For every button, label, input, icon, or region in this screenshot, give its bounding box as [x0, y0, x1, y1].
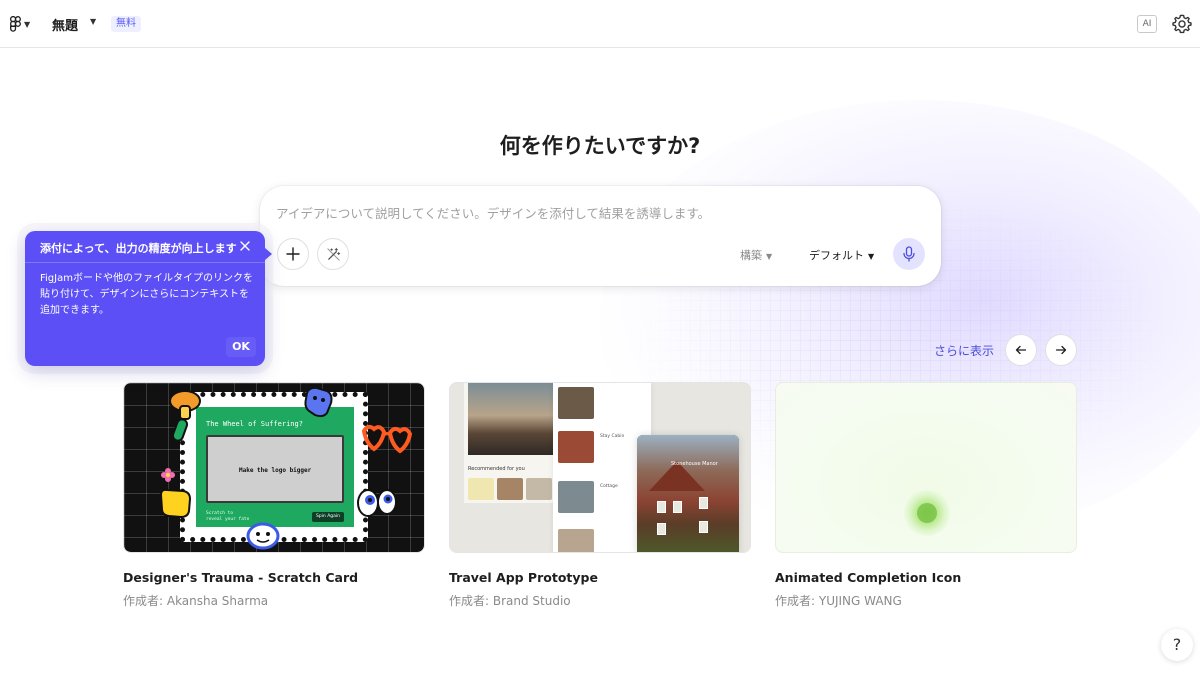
show-more-link[interactable]: さらに表示: [934, 342, 994, 359]
ai-toggle-button[interactable]: AI: [1137, 15, 1157, 33]
thumb-title: The Wheel of Suffering?: [206, 420, 303, 428]
close-icon: [240, 241, 250, 251]
house-photo: [637, 435, 739, 552]
template-card[interactable]: Animated Completion Icon 作成者: YUJING WAN…: [775, 382, 1077, 609]
arrow-left-icon: [1015, 345, 1027, 355]
carousel-next-button[interactable]: [1045, 334, 1077, 366]
card-thumbnail: The Wheel of Suffering? Make the logo bi…: [123, 382, 425, 553]
prompt-input[interactable]: [276, 202, 916, 224]
mini-thumb: [468, 478, 494, 500]
attachment-tip-popover: 添付によって、出力の精度が向上します FigJamボードや他のファイルタイプのリ…: [25, 231, 272, 366]
tooltip-ok-button[interactable]: OK: [226, 337, 256, 357]
scratch-text: Make the logo bigger: [239, 467, 312, 474]
help-button[interactable]: ?: [1161, 629, 1193, 661]
arrow-right-icon: [1055, 345, 1067, 355]
card-thumbnail: [775, 382, 1077, 553]
title-menu-chevron-icon[interactable]: ▼: [90, 17, 96, 26]
house-photo: [468, 383, 558, 455]
microphone-icon: [903, 246, 915, 262]
tooltip-title: 添付によって、出力の精度が向上します: [40, 242, 237, 255]
magic-wand-icon: [326, 247, 340, 261]
tooltip-divider: [25, 262, 265, 263]
app-screen-detail: Stonehouse Manor: [637, 435, 739, 552]
file-title[interactable]: 無題: [52, 15, 78, 34]
prompt-composer: 構築 ▼ デフォルト ▼: [260, 186, 941, 286]
card-title: Travel App Prototype: [449, 570, 598, 585]
list-item-photo: [558, 431, 594, 463]
flower-sticker-icon: [161, 468, 175, 482]
thumb-section-label: Recommended for you: [468, 466, 525, 472]
carousel-prev-button[interactable]: [1005, 334, 1037, 366]
capsule-sticker-icon: [172, 418, 188, 442]
plus-icon: [286, 247, 300, 261]
house-window: [657, 501, 666, 513]
chevron-down-icon: ▼: [766, 252, 773, 261]
mode-select[interactable]: 構築 ▼: [740, 247, 772, 263]
house-window: [657, 523, 666, 535]
heart-glasses-sticker-icon: [361, 424, 413, 454]
thumb-caption: Scratch to reveal your fate: [206, 511, 250, 522]
card-title: Animated Completion Icon: [775, 570, 962, 585]
template-card[interactable]: The Wheel of Suffering? Make the logo bi…: [123, 382, 425, 609]
tooltip-body: FigJamボードや他のファイルタイプのリンクを貼り付けて、デザインにさらにコン…: [40, 273, 253, 316]
card-author: 作成者: YUJING WANG: [775, 594, 902, 608]
attach-button[interactable]: [277, 238, 309, 270]
smiley-sticker-icon: [304, 386, 333, 418]
chevron-down-icon: ▼: [24, 19, 31, 29]
mode-select-label: 構築: [740, 249, 762, 262]
mini-thumb: [497, 478, 523, 500]
list-item-title: Cottage: [600, 484, 618, 489]
house-window: [699, 497, 708, 509]
list-item-title: Stay Cabin: [600, 434, 625, 439]
tooltip-close-button[interactable]: [237, 238, 253, 254]
thumb-button: Spin Again: [312, 512, 344, 522]
list-item-photo: [558, 387, 594, 419]
face-sticker-icon: [246, 522, 280, 550]
list-item-photo: [558, 529, 594, 552]
hand-sticker-icon: [159, 488, 192, 519]
settings-button[interactable]: [1171, 13, 1193, 35]
mini-thumb: [526, 478, 552, 500]
card-author: 作成者: Brand Studio: [449, 594, 571, 608]
model-select[interactable]: デフォルト ▼: [809, 247, 874, 263]
card-title: Designer's Trauma - Scratch Card: [123, 570, 359, 585]
settings-gear-icon: [1172, 14, 1192, 34]
voice-input-button[interactable]: [893, 238, 925, 270]
top-bar: ▼ 無題 ▼ 無料 AI: [0, 0, 1200, 48]
eyes-sticker-icon: [357, 489, 397, 517]
card-author: 作成者: Akansha Sharma: [123, 594, 269, 608]
list-item-photo: [558, 481, 594, 513]
house-window: [699, 521, 708, 533]
detail-title: Stonehouse Manor: [671, 461, 718, 467]
house-window: [673, 501, 682, 513]
card-thumbnail: Recommended for you Stay Cabin Cottage S…: [449, 382, 751, 553]
chevron-down-icon: ▼: [868, 252, 875, 261]
enhance-prompt-button[interactable]: [317, 238, 349, 270]
completion-check-icon: [917, 503, 937, 523]
page-heading: 何を作りたいですか?: [499, 134, 701, 158]
plan-badge: 無料: [111, 16, 141, 32]
main-menu-button[interactable]: ▼: [10, 14, 40, 34]
model-select-label: デフォルト: [809, 249, 864, 262]
template-card[interactable]: Recommended for you Stay Cabin Cottage S…: [449, 382, 751, 609]
figma-logo-icon: [10, 16, 21, 32]
